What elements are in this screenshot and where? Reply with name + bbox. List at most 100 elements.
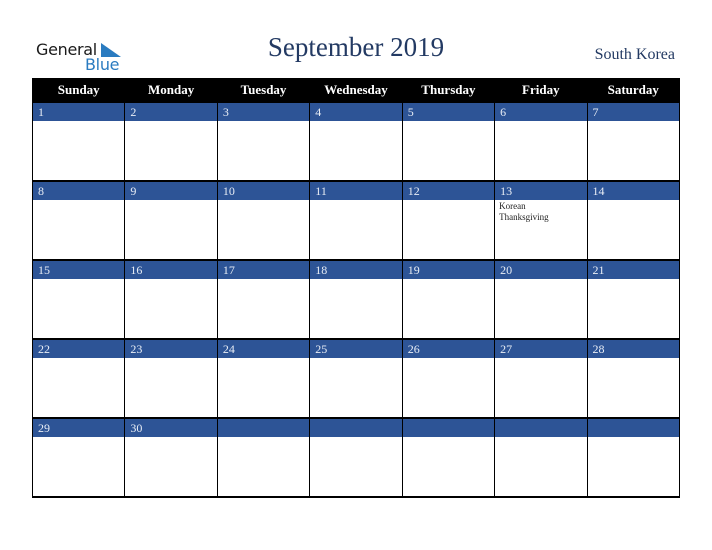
day-cell[interactable]: 5 [401, 101, 496, 181]
day-cell[interactable]: 22 [31, 338, 126, 418]
day-cell[interactable]: 20 [494, 259, 588, 339]
day-cell-content: 26 [402, 340, 495, 417]
day-cell[interactable]: 14 [586, 180, 681, 260]
day-cell-content: 12 [402, 182, 495, 259]
date-number: 7 [587, 103, 679, 121]
weekday-header: Saturday [586, 78, 681, 102]
day-cell-content: 27 [495, 340, 587, 417]
day-cell-content: 2 [125, 103, 217, 180]
week-row: 22 23 24 25 26 27 28 [31, 338, 681, 418]
day-cell[interactable]: 10 [216, 180, 311, 260]
date-number [495, 419, 587, 437]
day-cell-content: 29 [33, 419, 125, 496]
day-cell-content: 20 [495, 261, 587, 338]
day-cell-content: 1 [33, 103, 125, 180]
day-cell[interactable]: 16 [124, 259, 218, 339]
day-cell[interactable] [309, 417, 403, 498]
day-cell[interactable]: 18 [309, 259, 403, 339]
day-cell[interactable]: 26 [401, 338, 496, 418]
date-number: 2 [125, 103, 217, 121]
weekday-header-row: Sunday Monday Tuesday Wednesday Thursday… [31, 78, 681, 102]
day-cell[interactable]: 21 [586, 259, 681, 339]
day-cell[interactable]: 11 [309, 180, 403, 260]
day-cell[interactable]: 1 [31, 101, 126, 181]
date-number: 14 [587, 182, 679, 200]
date-number: 28 [587, 340, 679, 358]
day-cell-content: 16 [125, 261, 217, 338]
weekday-header: Thursday [401, 78, 496, 102]
day-cell-content: 8 [33, 182, 125, 259]
day-cell[interactable] [586, 417, 681, 498]
date-number: 10 [217, 182, 310, 200]
day-cell[interactable]: 2 [124, 101, 218, 181]
day-cell[interactable]: 13 Korean Thanksgiving [494, 180, 588, 260]
date-number [217, 419, 310, 437]
day-cell[interactable]: 12 [401, 180, 496, 260]
date-number [310, 419, 402, 437]
week-row: 29 30 [31, 417, 681, 498]
day-cell[interactable]: 7 [586, 101, 681, 181]
day-cell-content: 6 [495, 103, 587, 180]
day-cell-content: 18 [310, 261, 402, 338]
country-label: South Korea [594, 46, 675, 63]
date-number: 23 [125, 340, 217, 358]
day-cell-content [217, 419, 310, 496]
day-cell-content: 4 [310, 103, 402, 180]
day-cell-content: 3 [217, 103, 310, 180]
day-cell[interactable]: 17 [216, 259, 311, 339]
day-cell[interactable]: 30 [124, 417, 218, 498]
day-cell-content: 21 [587, 261, 679, 338]
day-cell-content [402, 419, 495, 496]
day-cell[interactable] [216, 417, 311, 498]
date-number: 26 [402, 340, 495, 358]
day-cell[interactable]: 4 [309, 101, 403, 181]
date-number: 27 [495, 340, 587, 358]
day-cell[interactable]: 23 [124, 338, 218, 418]
day-cell-content: 11 [310, 182, 402, 259]
day-cell-content: 28 [587, 340, 679, 417]
weekday-header: Monday [124, 78, 218, 102]
date-number: 25 [310, 340, 402, 358]
day-cell-content: 15 [33, 261, 125, 338]
day-cell[interactable] [494, 417, 588, 498]
day-cell[interactable]: 3 [216, 101, 311, 181]
holiday-event: Korean Thanksgiving [499, 201, 549, 222]
date-number: 5 [402, 103, 495, 121]
day-cell[interactable]: 19 [401, 259, 496, 339]
date-number [402, 419, 495, 437]
day-cell[interactable]: 25 [309, 338, 403, 418]
date-number: 12 [402, 182, 495, 200]
day-cell-content: 14 [587, 182, 679, 259]
date-number [587, 419, 679, 437]
calendar-grid: Sunday Monday Tuesday Wednesday Thursday… [31, 78, 681, 498]
day-cell[interactable]: 27 [494, 338, 588, 418]
day-cell[interactable]: 28 [586, 338, 681, 418]
date-number: 16 [125, 261, 217, 279]
date-number: 6 [495, 103, 587, 121]
date-number: 17 [217, 261, 310, 279]
day-cell[interactable]: 24 [216, 338, 311, 418]
day-cell-content: 7 [587, 103, 679, 180]
date-number: 20 [495, 261, 587, 279]
weekday-header: Sunday [31, 78, 126, 102]
day-cell[interactable]: 15 [31, 259, 126, 339]
day-cell-content: 10 [217, 182, 310, 259]
week-row: 1234567 [31, 101, 681, 181]
day-cell[interactable]: 8 [31, 180, 126, 260]
week-row: 15 16 17 18 19 20 21 [31, 259, 681, 339]
date-number: 4 [310, 103, 402, 121]
day-cell[interactable]: 6 [494, 101, 588, 181]
weekday-header: Wednesday [309, 78, 403, 102]
day-cell[interactable] [401, 417, 496, 498]
date-number: 22 [33, 340, 125, 358]
day-cell-content: 5 [402, 103, 495, 180]
day-cell[interactable]: 29 [31, 417, 126, 498]
date-number: 1 [33, 103, 125, 121]
date-number: 11 [310, 182, 402, 200]
date-number: 3 [217, 103, 310, 121]
day-cell-content: 13 Korean Thanksgiving [495, 182, 587, 259]
day-cell[interactable]: 9 [124, 180, 218, 260]
day-cell-content: 23 [125, 340, 217, 417]
date-number: 13 [495, 182, 587, 200]
date-number: 8 [33, 182, 125, 200]
